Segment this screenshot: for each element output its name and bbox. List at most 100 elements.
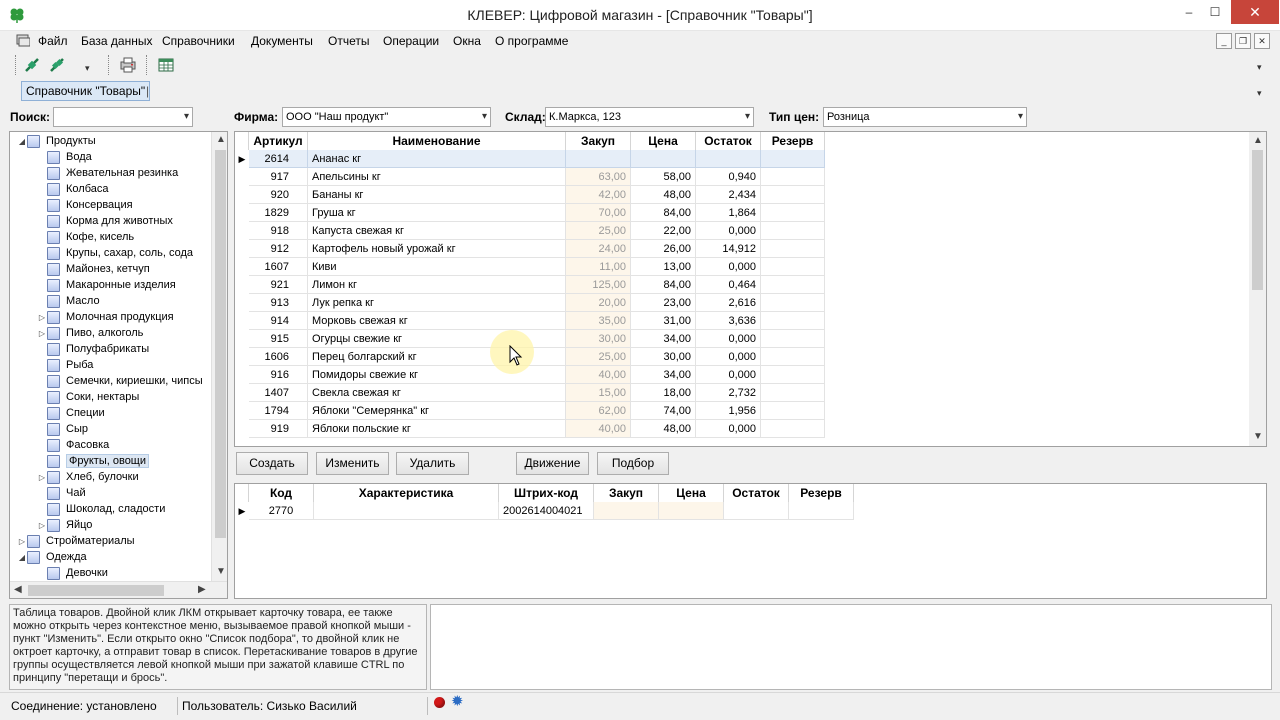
maximize-window-button[interactable]: ☐ — [1198, 0, 1232, 24]
chevron-down-icon[interactable]: ▾ — [745, 108, 750, 126]
menu-windows[interactable]: Окна — [453, 34, 481, 48]
tree-item[interactable]: Девочки — [37, 565, 108, 581]
column-header[interactable]: Цена — [631, 132, 696, 150]
tree-item[interactable]: Сыр — [37, 421, 88, 437]
table-row[interactable]: 1607 Киви 11,00 13,00 0,000 — [235, 258, 825, 276]
tree-item[interactable]: ▷ Стройматериалы — [17, 533, 135, 549]
menu-file[interactable]: Файл — [38, 34, 68, 48]
mdi-minimize-button[interactable]: _ — [1216, 33, 1232, 49]
create-button[interactable]: Создать — [236, 452, 308, 475]
toolbar-overflow-chevron-icon[interactable]: ▾ — [1257, 62, 1262, 73]
tree-horizontal-scroll-thumb[interactable] — [28, 585, 164, 596]
table-row[interactable]: 917 Апельсины кг 63,00 58,00 0,940 — [235, 168, 825, 186]
tree-item[interactable]: ▷ Яйцо — [37, 517, 92, 533]
collapse-icon[interactable]: ◢ — [17, 137, 27, 146]
products-vertical-scrollbar[interactable]: ▲ ▼ — [1249, 132, 1266, 446]
column-header[interactable]: Код — [249, 484, 314, 502]
expand-icon[interactable]: ▷ — [37, 313, 47, 322]
tree-item[interactable]: ▷ Пиво, алкоголь — [37, 325, 143, 341]
firm-combobox[interactable]: ООО "Наш продукт" ▾ — [282, 107, 491, 127]
table-row[interactable]: ▶ 2614 Ананас кг — [235, 150, 825, 168]
tree-item[interactable]: Майонез, кетчуп — [37, 261, 150, 277]
tree-item[interactable]: Колбаса — [37, 181, 109, 197]
tree-item[interactable]: Рыба — [37, 357, 93, 373]
column-header[interactable]: Наименование — [308, 132, 566, 150]
tree-item[interactable]: Жевательная резинка — [37, 165, 178, 181]
table-row[interactable]: 1794 Яблоки "Семерянка" кг 62,00 74,00 1,956 — [235, 402, 825, 420]
gear-icon[interactable]: ✹ — [451, 694, 467, 710]
menu-operations[interactable]: Операции — [383, 34, 439, 48]
tree-item[interactable]: Масло — [37, 293, 100, 309]
column-header[interactable]: Штрих-код — [499, 484, 594, 502]
tree-item[interactable]: ◢ Одежда — [17, 549, 87, 565]
table-row[interactable]: 920 Бананы кг 42,00 48,00 2,434 — [235, 186, 825, 204]
expand-icon[interactable]: ▷ — [37, 329, 47, 338]
characteristics-grid[interactable]: Код Характеристика Штрих-код Закуп Цена Остат… — [234, 483, 1267, 599]
search-combobox[interactable]: ▾ — [53, 107, 193, 127]
column-header[interactable]: Остаток — [724, 484, 789, 502]
chevron-down-icon[interactable]: ▾ — [1018, 108, 1023, 126]
tree-item[interactable]: Фасовка — [37, 437, 109, 453]
products-grid[interactable]: Артикул Наименование Закуп Цена Остаток Резер… — [234, 131, 1267, 447]
menu-reports[interactable]: Отчеты — [328, 34, 369, 48]
dropdown-chevron-icon[interactable]: ▾ — [85, 63, 90, 74]
table-row[interactable]: 918 Капуста свежая кг 25,00 22,00 0,000 — [235, 222, 825, 240]
menu-documents[interactable]: Документы — [251, 34, 313, 48]
tree-item[interactable]: Семечки, кириешки, чипсы — [37, 373, 203, 389]
table-row[interactable]: 921 Лимон кг 125,00 84,00 0,464 — [235, 276, 825, 294]
table-row[interactable]: 916 Помидоры свежие кг 40,00 34,00 0,000 — [235, 366, 825, 384]
tree-item[interactable]: ▷ Хлеб, булочки — [37, 469, 139, 485]
selection-button[interactable]: Подбор — [597, 452, 669, 475]
tree-item[interactable]: Полуфабрикаты — [37, 341, 149, 357]
tree-item[interactable]: Консервация — [37, 197, 133, 213]
tree-item[interactable]: Специи — [37, 405, 105, 421]
delete-button[interactable]: Удалить — [396, 452, 469, 475]
tree-item[interactable]: ▷ Молочная продукция — [37, 309, 174, 325]
table-row[interactable]: 914 Морковь свежая кг 35,00 31,00 3,636 — [235, 312, 825, 330]
movement-button[interactable]: Движение — [516, 452, 589, 475]
table-icon[interactable] — [155, 55, 177, 75]
tree-item[interactable]: Корма для животных — [37, 213, 173, 229]
disconnect-icon[interactable] — [46, 55, 68, 75]
tab-products-reference[interactable]: Справочник "Товары" — [21, 81, 151, 101]
menu-database[interactable]: База данных — [81, 34, 152, 48]
price-type-combobox[interactable]: Розница ▾ — [823, 107, 1027, 127]
scroll-down-icon[interactable]: ▼ — [216, 566, 226, 577]
column-header[interactable]: Закуп — [566, 132, 631, 150]
menu-about[interactable]: О программе — [495, 34, 568, 48]
tabs-overflow-chevron-icon[interactable]: ▾ — [1257, 88, 1262, 99]
chevron-down-icon[interactable]: ▾ — [184, 108, 189, 126]
tree-item[interactable]: ◢ Продукты — [17, 133, 96, 149]
scroll-up-icon[interactable]: ▲ — [216, 134, 226, 145]
tree-vertical-scroll-thumb[interactable] — [215, 150, 226, 538]
column-header[interactable]: Характеристика — [314, 484, 499, 502]
scroll-up-icon[interactable]: ▲ — [1253, 135, 1263, 146]
print-icon[interactable] — [117, 55, 139, 75]
tree-item[interactable]: Макаронные изделия — [37, 277, 176, 293]
column-header[interactable]: Остаток — [696, 132, 761, 150]
table-row[interactable]: 1407 Свекла свежая кг 15,00 18,00 2,732 — [235, 384, 825, 402]
column-header[interactable]: Цена — [659, 484, 724, 502]
menu-references[interactable]: Справочники — [162, 34, 235, 48]
expand-icon[interactable]: ▷ — [17, 537, 27, 546]
table-row[interactable]: 1829 Груша кг 70,00 84,00 1,864 — [235, 204, 825, 222]
record-indicator-icon[interactable] — [434, 697, 445, 708]
expand-icon[interactable]: ▷ — [37, 473, 47, 482]
tree-item[interactable]: Чай — [37, 485, 86, 501]
mdi-restore-button[interactable]: ❐ — [1235, 33, 1251, 49]
expand-icon[interactable]: ▷ — [37, 521, 47, 530]
column-header[interactable]: Резерв — [761, 132, 825, 150]
tree-item[interactable]: Кофе, кисель — [37, 229, 134, 245]
scroll-left-icon[interactable]: ◀ — [14, 584, 22, 595]
warehouse-combobox[interactable]: К.Маркса, 123 ▾ — [545, 107, 754, 127]
table-row[interactable]: ▶ 2770 2002614004021 — [235, 502, 854, 520]
toolbar-grip[interactable] — [15, 55, 18, 75]
mdi-close-button[interactable]: ✕ — [1254, 33, 1270, 49]
collapse-icon[interactable]: ◢ — [17, 553, 27, 562]
close-window-button[interactable]: ✕ — [1231, 0, 1279, 24]
tree-item[interactable]: Крупы, сахар, соль, сода — [37, 245, 193, 261]
tree-item[interactable]: Соки, нектары — [37, 389, 139, 405]
tree-horizontal-scrollbar[interactable]: ◀ ▶ — [10, 581, 227, 598]
category-tree[interactable]: ◢ Продукты Вода Жевательная резинка Колбаса К… — [9, 131, 228, 599]
connect-icon[interactable] — [21, 55, 43, 75]
